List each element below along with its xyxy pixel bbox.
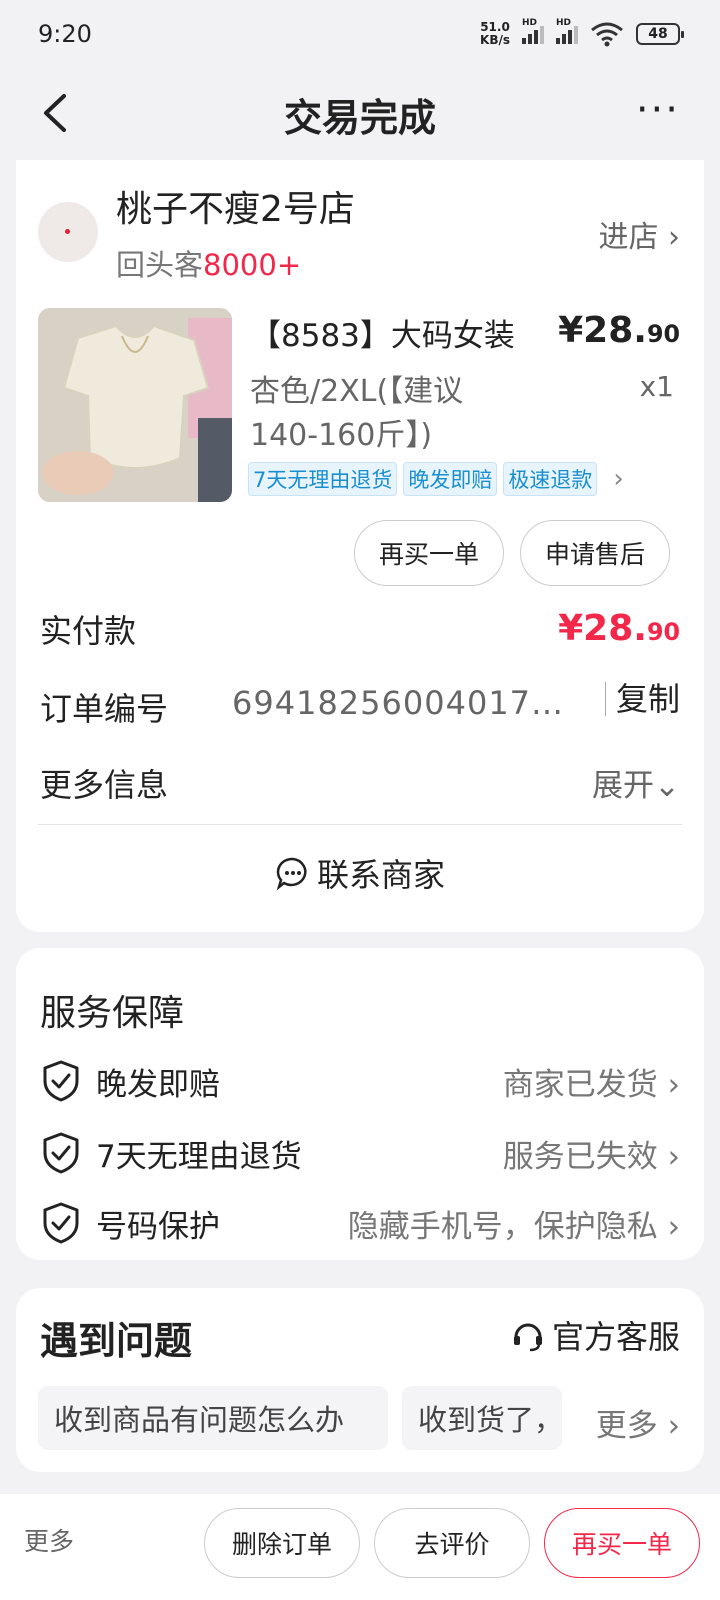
review-button[interactable]: 去评价 bbox=[374, 1508, 530, 1578]
network-speed: 51.0 KB/s bbox=[480, 20, 510, 47]
product-spec: 杏色/2XL(【建议140-160斤】) bbox=[250, 374, 464, 453]
order-number: 6941825600401708 bbox=[232, 684, 572, 722]
status-icons: 51.0 KB/s HD HD 48 bbox=[480, 18, 684, 47]
status-time: 9:20 bbox=[38, 20, 92, 48]
aftersale-button[interactable]: 申请售后 bbox=[520, 520, 670, 586]
order-number-label: 订单编号 bbox=[40, 690, 169, 728]
help-title: 遇到问题 bbox=[40, 1319, 193, 1363]
tag-fast-refund: 极速退款 bbox=[503, 462, 598, 496]
bottom-more-button[interactable]: 更多 bbox=[24, 1522, 74, 1558]
official-support-button[interactable]: 官方客服 bbox=[510, 1312, 680, 1358]
paid-amount: ¥28.90 bbox=[558, 608, 680, 649]
enter-shop-link[interactable]: 进店 › bbox=[598, 212, 680, 256]
tag-7day-return: 7天无理由退货 bbox=[248, 462, 398, 496]
nav-bar: 交易完成 ··· bbox=[0, 68, 720, 160]
service-item-number-protection[interactable]: 号码保护 隐藏手机号，保护隐私 › bbox=[40, 1198, 680, 1248]
headset-icon bbox=[513, 1323, 542, 1352]
chat-bubble-icon bbox=[276, 857, 307, 891]
service-item-late-ship[interactable]: 晚发即赔 商家已发货 › bbox=[40, 1056, 680, 1106]
signal-icon: HD bbox=[522, 18, 544, 44]
shop-name[interactable]: 桃子不瘦2号店 bbox=[116, 180, 355, 232]
page-title: 交易完成 bbox=[283, 95, 436, 140]
product-price: ¥28.90 bbox=[558, 310, 680, 351]
service-status: 商家已发货 › bbox=[502, 1066, 680, 1103]
chevron-right-icon: › bbox=[613, 464, 624, 494]
order-card: 桃子不瘦2号店 回头客8000+ 进店 › 【8583】大码女装 ¥28.90 … bbox=[16, 160, 704, 932]
product-image[interactable] bbox=[38, 308, 232, 502]
contact-merchant-button[interactable]: 联系商家 bbox=[16, 850, 704, 896]
shield-check-icon bbox=[43, 1202, 79, 1244]
wifi-icon bbox=[591, 22, 623, 47]
service-title: 服务保障 bbox=[40, 993, 185, 1034]
service-tags[interactable]: 7天无理由退货 晚发即赔 极速退款 › bbox=[248, 462, 624, 496]
bottom-rebuy-button[interactable]: 再买一单 bbox=[544, 1508, 700, 1578]
service-status: 服务已失效 › bbox=[502, 1138, 680, 1175]
chevron-right-icon: › bbox=[658, 220, 680, 255]
more-info-label: 更多信息 bbox=[40, 766, 169, 804]
service-status: 隐藏手机号，保护隐私 › bbox=[347, 1208, 680, 1245]
paid-label: 实付款 bbox=[40, 612, 137, 650]
rebuy-button[interactable]: 再买一单 bbox=[354, 520, 504, 586]
back-arrow-icon[interactable] bbox=[34, 88, 84, 138]
delete-order-button[interactable]: 删除订单 bbox=[204, 1508, 360, 1578]
service-guarantee-card: 服务保障 晚发即赔 商家已发货 › 7天无理由退货 服务已失效 › 号码保护 隐… bbox=[16, 948, 704, 1260]
help-more-button[interactable]: 更多 › bbox=[583, 1400, 680, 1445]
returning-customers: 回头客8000+ bbox=[116, 248, 302, 282]
product-quantity: x1 bbox=[639, 370, 674, 403]
more-menu-icon[interactable]: ··· bbox=[636, 90, 680, 130]
tag-late-ship: 晚发即赔 bbox=[403, 462, 498, 496]
chevron-down-icon: ⌄ bbox=[654, 768, 680, 804]
product-title[interactable]: 【8583】大码女装 bbox=[250, 310, 540, 355]
product-thumbnail bbox=[38, 308, 232, 502]
service-item-7day-return[interactable]: 7天无理由退货 服务已失效 › bbox=[40, 1128, 680, 1178]
signal-icon: HD bbox=[556, 18, 578, 44]
copy-button[interactable]: 复制 bbox=[604, 682, 680, 716]
help-chip[interactable]: 收到货了， bbox=[402, 1386, 562, 1450]
expand-button[interactable]: 展开⌄ bbox=[592, 760, 680, 805]
bottom-action-bar: 更多 删除订单 去评价 再买一单 bbox=[0, 1494, 720, 1600]
shield-check-icon bbox=[43, 1060, 79, 1102]
divider bbox=[38, 824, 682, 825]
help-card: 遇到问题 官方客服 收到商品有问题怎么办 收到货了， 更多 › bbox=[16, 1288, 704, 1472]
shield-check-icon bbox=[43, 1132, 79, 1174]
battery-icon: 48 bbox=[636, 23, 684, 45]
help-chip[interactable]: 收到商品有问题怎么办 bbox=[38, 1386, 388, 1450]
shop-avatar[interactable] bbox=[38, 202, 98, 262]
status-bar: 9:20 51.0 KB/s HD HD 48 bbox=[0, 0, 720, 68]
